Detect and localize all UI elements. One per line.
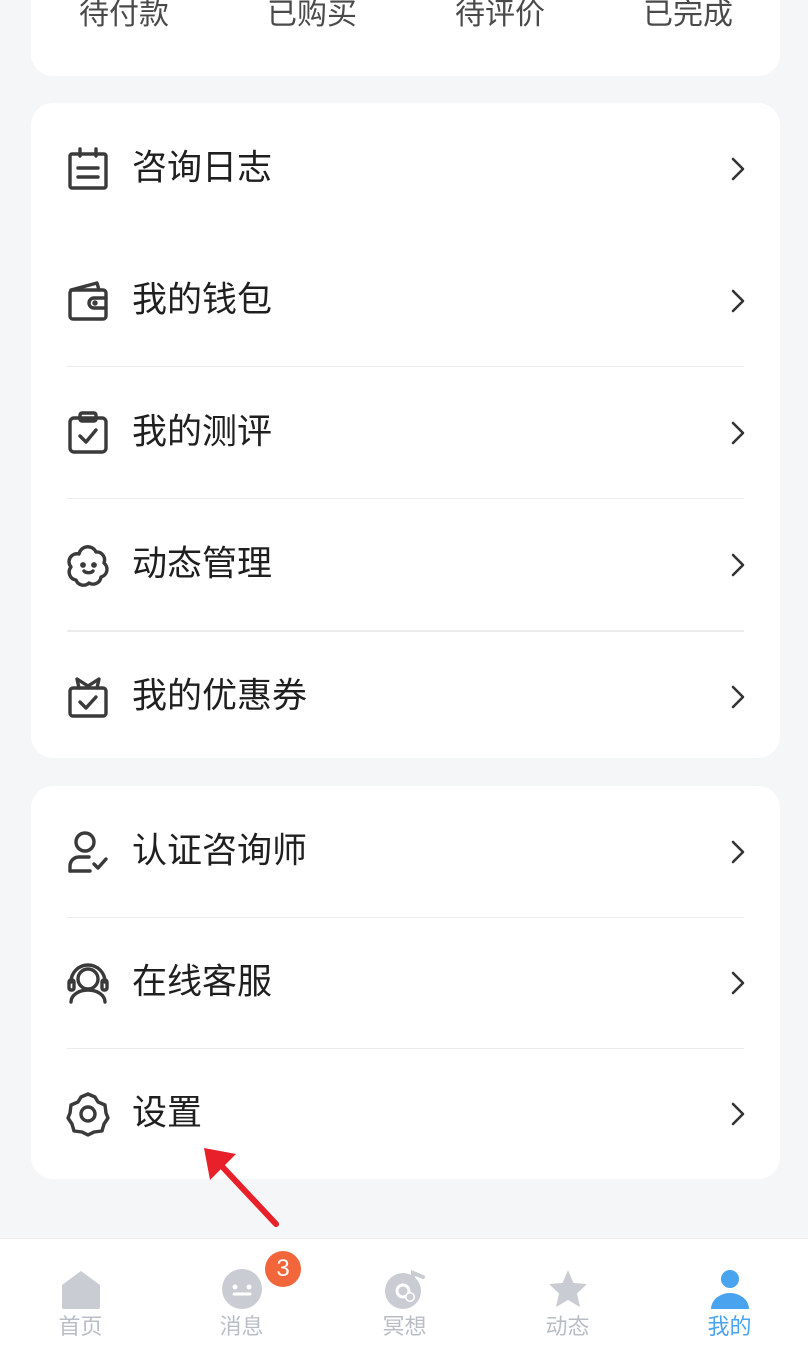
order-tab-pending-review[interactable]: 待评价 xyxy=(455,0,545,30)
chevron-right-icon xyxy=(730,838,746,866)
menu-item-assessment[interactable]: 我的测评 xyxy=(31,367,780,499)
divider xyxy=(67,1048,744,1049)
headset-icon xyxy=(65,960,111,1006)
menu-item-settings[interactable]: 设置 xyxy=(31,1048,780,1180)
menu-item-label: 认证咨询师 xyxy=(132,831,308,872)
chat-icon xyxy=(220,1267,264,1311)
clipboard-check-icon xyxy=(65,410,111,456)
home-icon xyxy=(59,1267,103,1311)
tab-label: 消息 xyxy=(219,1315,264,1340)
tab-label: 首页 xyxy=(58,1315,103,1340)
chevron-right-icon xyxy=(730,287,746,315)
order-tab-purchased[interactable]: 已购买 xyxy=(267,0,357,30)
chevron-right-icon xyxy=(730,969,746,997)
menu-item-label: 我的测评 xyxy=(132,412,273,453)
gift-box-icon xyxy=(65,674,111,720)
tab-mine[interactable]: 我的 xyxy=(649,1239,808,1361)
tab-label: 冥想 xyxy=(382,1315,427,1340)
order-tab-pending-payment[interactable]: 待付款 xyxy=(79,0,169,30)
user-check-icon xyxy=(65,829,111,875)
tab-messages[interactable]: 3 消息 xyxy=(161,1239,322,1361)
order-status-card: 待付款 已购买 待评价 已完成 xyxy=(31,0,780,76)
gear-icon xyxy=(65,1091,111,1137)
menu-item-label: 在线客服 xyxy=(132,962,273,1003)
menu-item-online-service[interactable]: 在线客服 xyxy=(31,917,780,1049)
tab-label: 动态 xyxy=(545,1315,590,1340)
menu-item-label: 设置 xyxy=(132,1093,203,1134)
menu-item-wallet[interactable]: 我的钱包 xyxy=(31,235,780,367)
menu-item-label: 我的优惠券 xyxy=(132,676,308,717)
menu-item-label: 我的钱包 xyxy=(132,280,273,321)
divider xyxy=(67,631,744,632)
tab-meditation[interactable]: 冥想 xyxy=(324,1239,485,1361)
menu-item-coupons[interactable]: 我的优惠券 xyxy=(31,631,780,763)
tab-moments[interactable]: 动态 xyxy=(487,1239,648,1361)
star-icon xyxy=(546,1267,590,1311)
wallet-icon xyxy=(65,278,111,324)
menu-item-certify-counselor[interactable]: 认证咨询师 xyxy=(31,786,780,918)
chevron-right-icon xyxy=(730,683,746,711)
menu-item-moments-manage[interactable]: 动态管理 xyxy=(31,499,780,631)
menu-item-label: 动态管理 xyxy=(132,544,273,585)
bottom-tab-bar: 首页 3 消息 冥想 动态 我的 xyxy=(0,1238,808,1361)
menu-item-label: 咨询日志 xyxy=(132,148,273,189)
chevron-right-icon xyxy=(730,551,746,579)
unread-badge: 3 xyxy=(265,1251,301,1287)
chevron-right-icon xyxy=(730,1100,746,1128)
menu-card-secondary: 认证咨询师 在线客服 设置 xyxy=(31,786,780,1179)
divider xyxy=(67,917,744,918)
music-disc-icon xyxy=(383,1267,427,1311)
calendar-icon xyxy=(65,146,111,192)
user-icon xyxy=(708,1267,752,1311)
chevron-right-icon xyxy=(730,155,746,183)
chevron-right-icon xyxy=(730,419,746,447)
cloud-face-icon xyxy=(65,542,111,588)
order-tab-completed[interactable]: 已完成 xyxy=(643,0,733,30)
tab-home[interactable]: 首页 xyxy=(0,1239,161,1361)
tab-label: 我的 xyxy=(707,1315,752,1340)
menu-item-consult-log[interactable]: 咨询日志 xyxy=(31,103,780,235)
annotation-arrow-icon xyxy=(204,1148,279,1227)
menu-card-primary: 咨询日志 我的钱包 我的测评 动态管理 我的优惠券 xyxy=(31,103,780,758)
